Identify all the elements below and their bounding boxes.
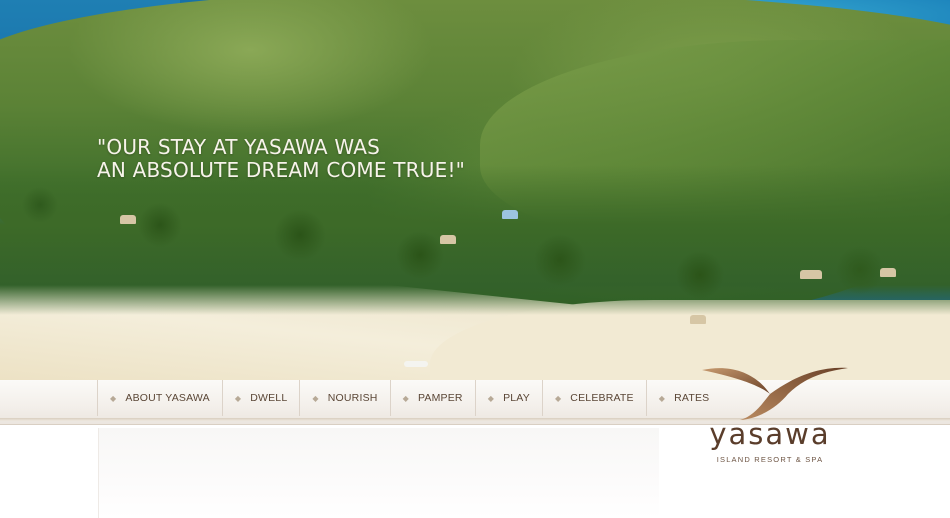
logo-tagline: ISLAND RESORT & SPA: [716, 455, 824, 464]
diamond-bullet-icon: ◆: [554, 393, 562, 403]
diamond-bullet-icon: ◆: [110, 393, 117, 403]
content-panel: [98, 428, 659, 518]
nav-item-pamper[interactable]: ◆ PAMPER: [389, 380, 475, 416]
nav-item-label: PAMPER: [417, 392, 463, 404]
diamond-bullet-icon: ◆: [234, 393, 242, 403]
nav-item-dwell[interactable]: ◆ DWELL: [221, 380, 300, 416]
nav-item-label: PLAY: [503, 392, 530, 404]
nav-item-celebrate[interactable]: ◆ CELEBRATE: [541, 380, 646, 416]
resort-bure: [690, 315, 706, 324]
yasawa-logo[interactable]: yasawa ISLAND RESORT & SPA: [680, 356, 860, 468]
resort-bure: [880, 268, 896, 277]
nav-item-about-yasawa[interactable]: ◆ ABOUT YASAWA: [97, 380, 222, 416]
resort-bure: [800, 270, 822, 279]
diamond-bullet-icon: ◆: [658, 393, 666, 403]
nav-item-label: ABOUT YASAWA: [125, 392, 210, 404]
bird-wave-logo-icon: [702, 367, 848, 420]
nav-item-label: NOURISH: [327, 392, 378, 404]
palm-grove: [0, 165, 950, 315]
resort-bure: [440, 235, 456, 244]
diamond-bullet-icon: ◆: [312, 393, 319, 403]
nav-item-label: CELEBRATE: [570, 392, 634, 404]
main-nav: ◆ ABOUT YASAWA ◆ DWELL ◆ NOURISH ◆ PAMPE…: [97, 380, 721, 416]
logo-wordmark: yasawa: [709, 417, 831, 451]
boat: [404, 361, 428, 367]
resort-bure: [502, 210, 518, 219]
hero-aerial-photo: [0, 0, 950, 380]
guest-quote: "OUR STAY AT YASAWA WAS AN ABSOLUTE DREA…: [97, 136, 497, 182]
nav-item-nourish[interactable]: ◆ NOURISH: [299, 380, 389, 416]
nav-item-play[interactable]: ◆ PLAY: [474, 380, 542, 416]
resort-bure: [120, 215, 136, 224]
quote-line-1: "OUR STAY AT YASAWA WAS: [97, 135, 380, 159]
diamond-bullet-icon: ◆: [487, 393, 495, 403]
quote-line-2: AN ABSOLUTE DREAM COME TRUE!": [97, 158, 466, 182]
nav-item-label: DWELL: [250, 392, 288, 404]
diamond-bullet-icon: ◆: [402, 393, 409, 403]
